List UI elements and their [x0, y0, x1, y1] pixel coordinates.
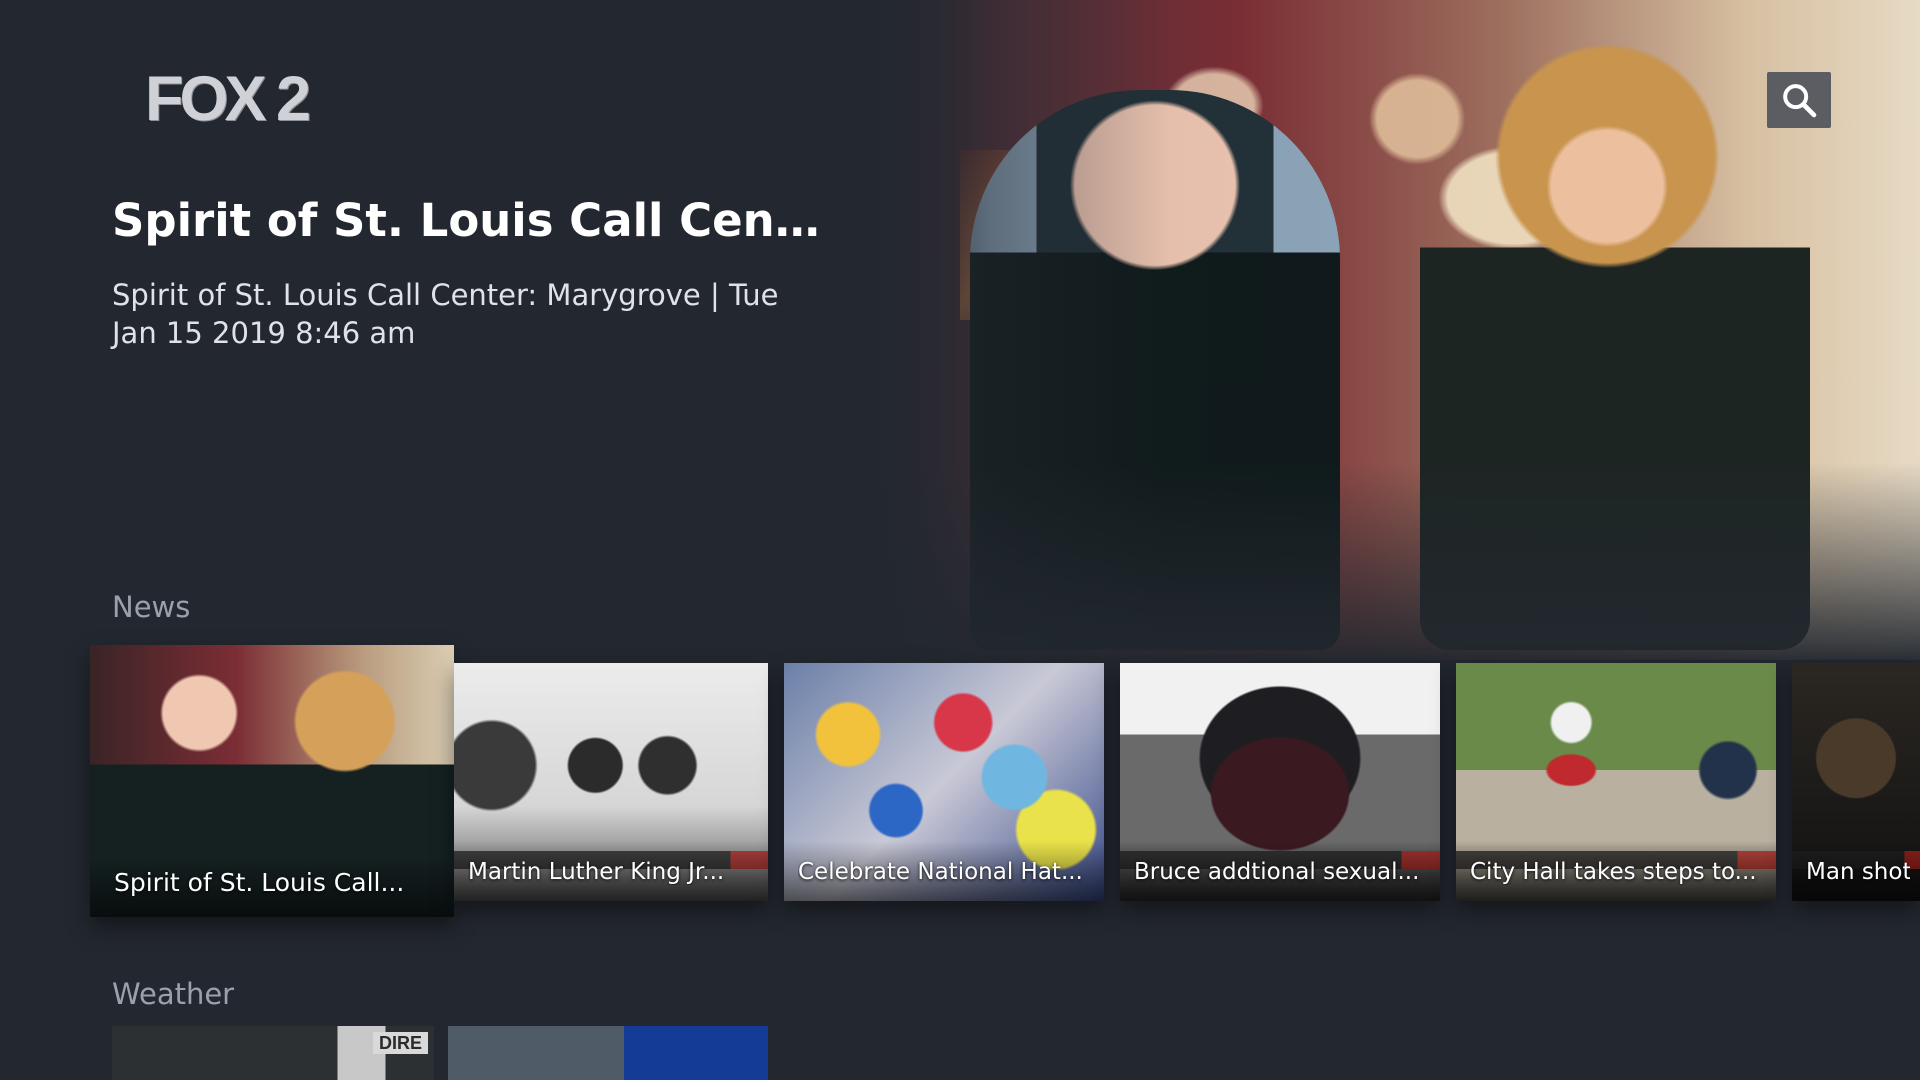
- fox2-logo: FOX 2: [145, 64, 311, 134]
- hero-person-right: [1420, 40, 1810, 650]
- news-card-caption: Bruce addtional sexual...: [1134, 859, 1420, 885]
- weather-card-2[interactable]: [448, 1026, 768, 1080]
- section-label-news: News: [112, 590, 191, 624]
- news-card-1[interactable]: Spirit of St. Louis Call...: [90, 645, 454, 917]
- weather-card-tag: DIRE: [372, 1032, 428, 1054]
- news-card-6[interactable]: Man shot: [1792, 663, 1920, 901]
- news-card-3[interactable]: Celebrate National Hat...: [784, 663, 1104, 901]
- hero-person-left: [970, 90, 1340, 650]
- news-card-2[interactable]: Martin Luther King Jr...: [454, 663, 768, 901]
- news-card-caption: Man shot: [1806, 859, 1910, 885]
- search-icon: [1783, 84, 1817, 118]
- hero-wall-sign: [960, 150, 1050, 320]
- news-card-5[interactable]: City Hall takes steps to...: [1456, 663, 1776, 901]
- news-card-caption: Martin Luther King Jr...: [468, 859, 725, 885]
- hero-description: Spirit of St. Louis Call Center: Marygro…: [112, 278, 779, 350]
- news-card-caption: Spirit of St. Louis Call...: [114, 868, 405, 897]
- news-card-4[interactable]: Bruce addtional sexual...: [1120, 663, 1440, 901]
- search-button[interactable]: [1767, 72, 1831, 128]
- news-card-caption: Celebrate National Hat...: [798, 859, 1083, 885]
- weather-card-1[interactable]: DIRE: [112, 1026, 434, 1080]
- news-card-caption: City Hall takes steps to...: [1470, 859, 1757, 885]
- hero-title: Spirit of St. Louis Call Center:...: [112, 194, 832, 247]
- weather-card-thumbnail: [448, 1026, 768, 1080]
- section-label-weather: Weather: [112, 977, 235, 1011]
- hero-background-image: [850, 0, 1920, 660]
